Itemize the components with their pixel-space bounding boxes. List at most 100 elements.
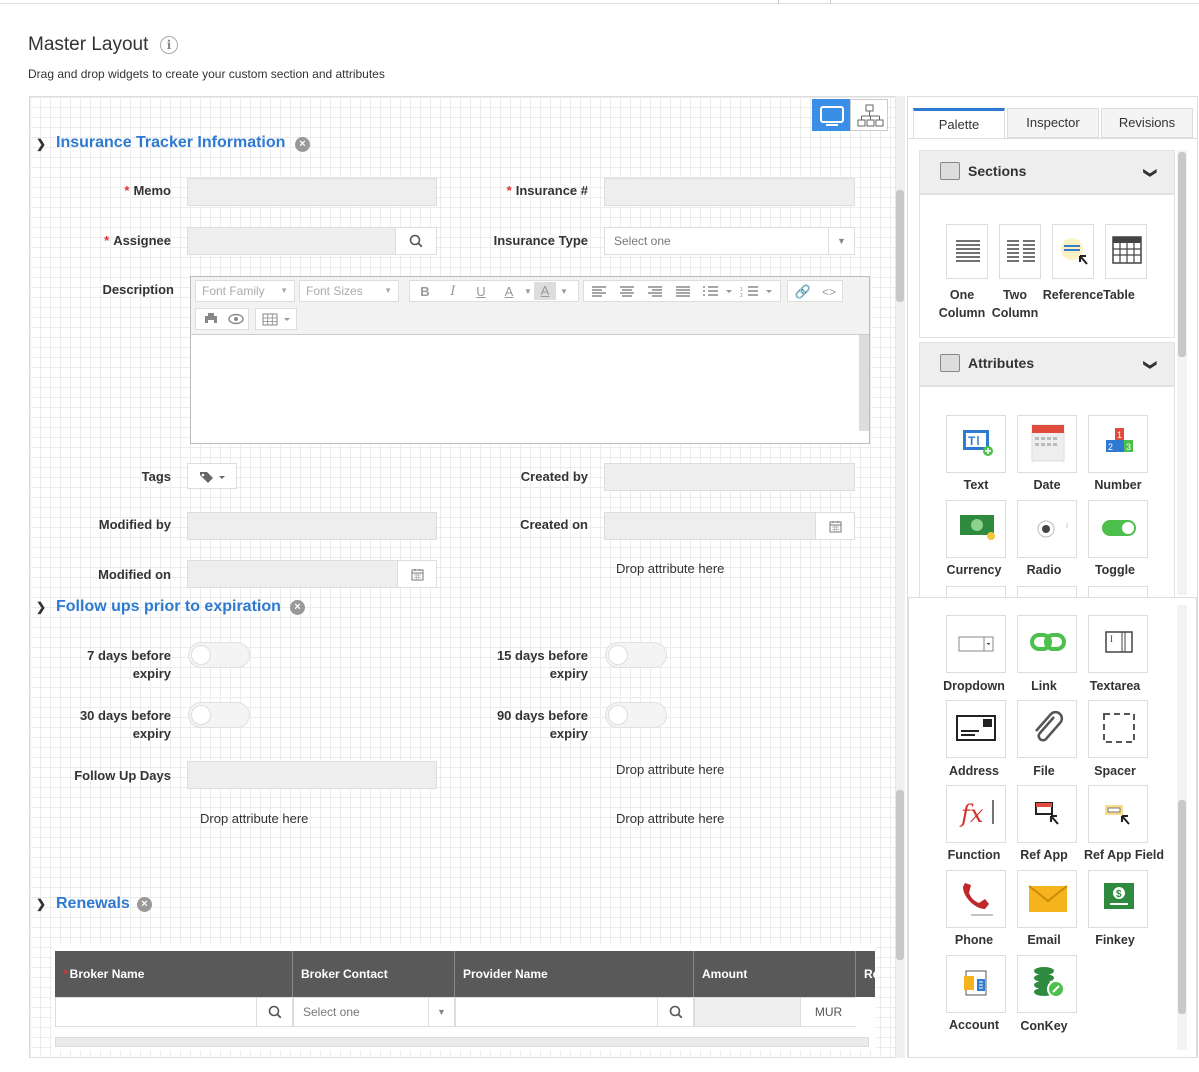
broker-name-input[interactable] <box>55 997 293 1027</box>
column-header[interactable]: Amount <box>694 951 856 997</box>
column-header[interactable]: * Broker Name <box>55 951 293 997</box>
days15-label: 15 days before expiry <box>496 648 588 681</box>
tab-revisions[interactable]: Revisions <box>1101 108 1193 138</box>
followup-days-input[interactable] <box>187 761 437 789</box>
account-widget[interactable] <box>946 955 1006 1013</box>
tags-button[interactable] <box>187 463 237 489</box>
canvas-scrollbar-thumb-upper[interactable] <box>896 190 904 302</box>
date-widget[interactable] <box>1017 415 1077 473</box>
caret-down-icon[interactable]: ▼ <box>522 281 534 303</box>
dropdown-widget[interactable] <box>946 615 1006 673</box>
calendar-icon[interactable] <box>397 561 436 587</box>
highlight-icon[interactable]: A <box>534 282 556 300</box>
palette-scrollbar-thumb[interactable] <box>1178 152 1186 357</box>
align-center-icon <box>620 286 634 297</box>
spacer-widget[interactable] <box>1088 700 1148 758</box>
ref-app-widget[interactable] <box>1017 785 1077 843</box>
table-widget[interactable] <box>1105 224 1147 279</box>
created-on-input[interactable] <box>604 512 855 540</box>
days90-toggle[interactable] <box>605 702 667 728</box>
one-column-widget[interactable] <box>946 224 988 279</box>
days15-toggle[interactable] <box>605 642 667 668</box>
two-column-widget[interactable] <box>999 224 1041 279</box>
hierarchy-view-button[interactable] <box>850 99 888 131</box>
assignee-input[interactable] <box>187 227 437 255</box>
bold-icon[interactable]: B <box>412 281 438 303</box>
drop-zone[interactable]: Drop attribute here <box>200 811 308 826</box>
column-header[interactable]: Re <box>856 951 875 997</box>
search-icon[interactable] <box>657 998 693 1026</box>
radio-widget[interactable] <box>1017 500 1077 558</box>
chevron-down-icon[interactable]: ❯ <box>1143 168 1159 179</box>
underline-icon[interactable]: U <box>468 281 494 303</box>
number-widget[interactable]: 12 3 <box>1088 415 1148 473</box>
chevron-down-icon[interactable]: ❯ <box>1143 360 1159 371</box>
info-icon[interactable]: i <box>160 36 178 54</box>
table-scrollbar[interactable] <box>55 1037 869 1047</box>
search-icon[interactable] <box>395 228 436 254</box>
font-color-icon[interactable]: A <box>496 281 522 303</box>
days7-toggle[interactable] <box>188 642 250 668</box>
column-header[interactable]: Broker Contact <box>293 951 455 997</box>
table-insert-button[interactable] <box>255 308 297 330</box>
svg-text:3: 3 <box>1126 442 1131 452</box>
attributes-scrollbar-thumb[interactable] <box>1178 800 1186 1014</box>
calendar-icon[interactable] <box>815 513 854 539</box>
font-sizes-select[interactable]: Font Sizes ▼ <box>299 280 399 302</box>
modified-on-input[interactable] <box>187 560 437 588</box>
link-widget[interactable] <box>1017 615 1077 673</box>
insurance-type-label: Insurance Type <box>493 233 588 248</box>
number-label: Number <box>1094 478 1142 492</box>
remove-section-icon[interactable]: × <box>137 897 152 912</box>
provider-name-input[interactable] <box>455 997 694 1027</box>
format-group: B I U A ▼ A ▼ <box>409 280 579 302</box>
remove-section-icon[interactable]: × <box>295 137 310 152</box>
textarea-widget[interactable]: I <box>1088 615 1148 673</box>
font-family-select[interactable]: Font Family ▼ <box>195 280 295 302</box>
memo-input[interactable] <box>187 178 437 206</box>
editor-toolbar: Font Family▼ Font Sizes▼ B I U A ▼ A ▼ <box>191 277 869 335</box>
drop-zone[interactable]: Drop attribute here <box>616 762 724 777</box>
broker-contact-select[interactable]: Select one ▼ <box>293 997 455 1027</box>
ref-app-field-widget[interactable] <box>1088 785 1148 843</box>
insurance-type-select[interactable]: Select one ▼ <box>604 227 855 255</box>
link-icon[interactable]: 🔗 <box>790 281 816 303</box>
preview-icon <box>228 313 244 325</box>
finkey-widget[interactable]: $ <box>1088 870 1148 928</box>
modified-by-input[interactable] <box>187 512 437 540</box>
drop-zone[interactable]: Drop attribute here <box>616 811 724 826</box>
email-widget[interactable] <box>1017 870 1077 928</box>
column-header[interactable]: Provider Name <box>455 951 694 997</box>
phone-widget[interactable] <box>946 870 1006 928</box>
conkey-widget[interactable] <box>1017 955 1077 1013</box>
days30-toggle[interactable] <box>188 702 250 728</box>
attributes-header[interactable]: Attributes ❯ <box>919 342 1175 386</box>
function-widget[interactable]: fx <box>946 785 1006 843</box>
file-widget[interactable] <box>1017 700 1077 758</box>
conkey-icon <box>1034 967 1065 998</box>
drop-zone[interactable]: Drop attribute here <box>616 561 724 576</box>
editor-scrollbar[interactable] <box>859 335 869 431</box>
caret-down-icon[interactable]: ▼ <box>558 281 570 303</box>
search-icon[interactable] <box>256 998 292 1026</box>
toggle-widget[interactable] <box>1088 500 1148 558</box>
chevron-down-icon[interactable]: ❯ <box>36 600 46 614</box>
text-widget[interactable]: T <box>946 415 1006 473</box>
tab-palette[interactable]: Palette <box>913 108 1005 138</box>
sections-header[interactable]: Sections ❯ <box>919 150 1175 194</box>
currency-widget[interactable] <box>946 500 1006 558</box>
chevron-down-icon[interactable]: ❯ <box>36 897 46 911</box>
reference-widget[interactable] <box>1052 224 1094 279</box>
tab-inspector[interactable]: Inspector <box>1007 108 1099 138</box>
canvas-scrollbar-thumb[interactable] <box>896 790 904 960</box>
address-widget[interactable] <box>946 700 1006 758</box>
created-by-input[interactable] <box>604 463 855 491</box>
description-editor[interactable]: Font Family▼ Font Sizes▼ B I U A ▼ A ▼ <box>190 276 870 444</box>
italic-icon[interactable]: I <box>440 281 466 303</box>
code-icon[interactable]: <> <box>816 281 842 303</box>
chevron-down-icon[interactable]: ❯ <box>36 137 46 151</box>
amount-input[interactable]: MUR <box>694 997 856 1027</box>
remove-section-icon[interactable]: × <box>290 600 305 615</box>
insurance-number-input[interactable] <box>604 178 855 206</box>
desktop-view-button[interactable] <box>812 99 850 131</box>
